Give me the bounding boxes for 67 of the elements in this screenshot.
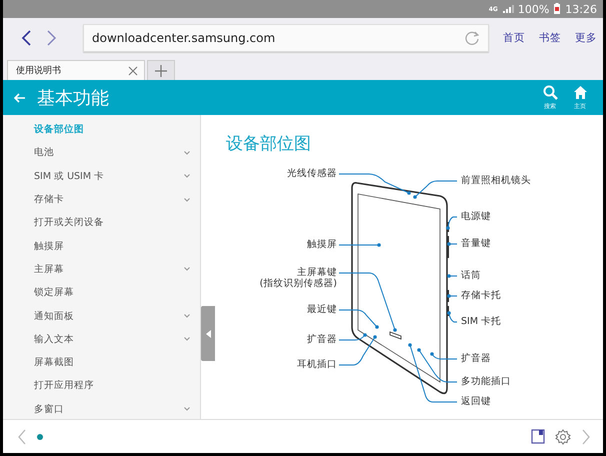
page-title: 基本功能 (37, 86, 110, 110)
part-label: 返回键 (461, 396, 491, 407)
part-label: 主屏幕键 (指纹识别传感器) (260, 267, 337, 289)
triangle-icon (206, 330, 210, 338)
battery-percent: 100% (518, 2, 550, 16)
chevron-icon[interactable] (184, 337, 190, 342)
sidebar-item[interactable]: 通知面板 (3, 304, 200, 328)
part-label: 多功能插口 (461, 376, 511, 387)
chevron-icon[interactable] (184, 267, 190, 272)
part-label: 电源键 (461, 211, 491, 222)
search-icon[interactable] (542, 84, 558, 100)
browser-tab[interactable]: 使用说明书 (7, 60, 145, 80)
sidebar-item[interactable]: 输入文本 (3, 328, 200, 351)
part-label: 耳机插口 (297, 359, 337, 370)
sidebar-item[interactable]: 电池 (3, 141, 200, 165)
address-field[interactable]: downloadcenter.samsung.com (83, 24, 489, 52)
leader-line (338, 243, 381, 247)
part-label: SIM 卡托 (461, 316, 502, 327)
forward-icon[interactable] (581, 428, 591, 444)
part-label: 触摸屏 (307, 239, 337, 250)
settings-icon[interactable] (555, 428, 571, 444)
part-label: 扩音器 (307, 334, 337, 345)
part-label: 最近键 (307, 304, 337, 315)
chevron-icon[interactable] (184, 174, 190, 178)
toolbar-link[interactable]: 书签 (539, 31, 561, 45)
close-icon[interactable] (128, 66, 138, 76)
leader-line (447, 311, 458, 322)
chevron-icon[interactable] (184, 198, 190, 202)
page-indicator (37, 434, 43, 440)
clock: 13:26 (565, 2, 597, 16)
back-arrow-icon[interactable] (13, 90, 27, 104)
sidebar-item[interactable]: 锁定屏幕 (3, 281, 200, 304)
sidebar-item[interactable]: SIM 或 USIM 卡 (3, 164, 200, 188)
reload-icon[interactable] (464, 30, 480, 46)
leader-line (447, 294, 458, 298)
sidebar-item[interactable]: 触摸屏 (3, 234, 200, 258)
leader-line (446, 216, 458, 230)
part-label: 光线传感器 (287, 168, 337, 179)
sidebar-item[interactable]: 打开应用程序 (3, 374, 200, 398)
back-icon[interactable] (20, 28, 32, 48)
sidebar-item[interactable]: 主屏幕 (3, 258, 200, 282)
bookmark-icon[interactable] (531, 429, 545, 444)
toolbar-link[interactable]: 首页 (503, 31, 525, 45)
chevron-icon[interactable] (184, 407, 190, 412)
forward-icon[interactable] (46, 28, 58, 48)
chevron-icon[interactable] (184, 314, 190, 318)
new-tab-button[interactable] (147, 60, 175, 80)
leader-line (447, 274, 458, 278)
sidebar-item[interactable]: 存储卡 (3, 188, 200, 212)
sidebar-item[interactable]: 打开或关闭设备 (3, 211, 200, 234)
part-label: 音量键 (461, 238, 491, 249)
part-label: 存储卡托 (461, 290, 501, 301)
toolbar-link[interactable]: 更多 (575, 31, 597, 45)
battery-icon (553, 3, 562, 15)
home-icon[interactable] (572, 84, 588, 100)
leader-line (447, 242, 458, 246)
part-label: 话筒 (461, 270, 481, 281)
plus-icon (155, 64, 167, 76)
section-title: 设备部位图 (226, 133, 311, 155)
panel-handle[interactable] (201, 306, 215, 361)
chevron-icon[interactable] (184, 150, 190, 155)
sidebar-item[interactable]: 多窗口 (3, 398, 200, 421)
sidebar-item[interactable]: 屏幕截图 (3, 350, 200, 374)
part-label: 扩音器 (461, 353, 491, 364)
signal-icon (502, 4, 514, 14)
part-label: 前置照相机镜头 (461, 175, 531, 186)
leader-line (413, 180, 458, 199)
